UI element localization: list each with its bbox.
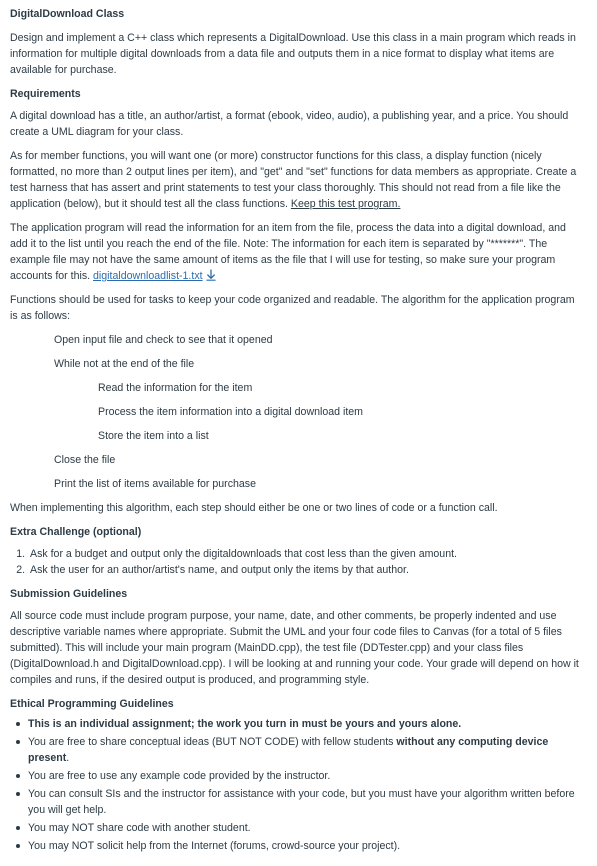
ethics-list: This is an individual assignment; the wo… (10, 716, 585, 854)
keep-test-program-text: Keep this test program. (290, 198, 401, 210)
assignment-page: DigitalDownload Class Design and impleme… (0, 0, 597, 854)
requirements-paragraph-1: A digital download has a title, an autho… (10, 110, 569, 138)
ethics-item: This is an individual assignment; the wo… (16, 716, 585, 732)
extra-challenge-item: Ask the user for an author/artist's name… (28, 562, 585, 578)
ethics-item: You are free to share conceptual ideas (… (16, 734, 585, 766)
bullet-icon (16, 722, 20, 726)
bullet-icon (16, 792, 20, 796)
algorithm-step-process-item: Process the item information into a digi… (98, 406, 363, 418)
ethics-item-text: . (66, 752, 70, 764)
intro-paragraph: Design and implement a C++ class which r… (10, 32, 576, 76)
bullet-icon (16, 774, 20, 778)
ethics-item: You may NOT solicit help from the Intern… (16, 838, 585, 854)
submission-heading: Submission Guidelines (10, 588, 128, 600)
data-file-link[interactable]: digitaldownloadlist-1.txt (93, 270, 203, 282)
algorithm-note: When implementing this algorithm, each s… (10, 502, 498, 514)
extra-challenge-list: Ask for a budget and output only the dig… (10, 546, 585, 578)
ethics-item-text: You are free to share conceptual ideas (… (28, 736, 397, 748)
algorithm-steps: Open input file and check to see that it… (10, 332, 585, 492)
submission-paragraph: All source code must include program pur… (10, 610, 579, 686)
requirements-paragraph-4: Functions should be used for tasks to ke… (10, 294, 575, 322)
extra-challenge-heading: Extra Challenge (optional) (10, 526, 142, 538)
algorithm-step-close-file: Close the file (54, 454, 116, 466)
algorithm-step-store-item: Store the item into a list (98, 430, 209, 442)
extra-challenge-item: Ask for a budget and output only the dig… (28, 546, 585, 562)
ethics-item-text: You may NOT solicit help from the Intern… (28, 840, 401, 852)
download-icon[interactable] (205, 269, 216, 281)
algorithm-step-print-list: Print the list of items available for pu… (54, 478, 256, 490)
ethics-item: You are free to use any example code pro… (16, 768, 585, 784)
bullet-icon (16, 740, 20, 744)
ethics-heading: Ethical Programming Guidelines (10, 698, 174, 710)
ethics-item-text: You can consult SIs and the instructor f… (28, 788, 575, 816)
ethics-item-text: You may NOT share code with another stud… (28, 822, 251, 834)
ethics-item: You may NOT share code with another stud… (16, 820, 585, 836)
ethics-item-text: This is an individual assignment; the wo… (28, 718, 462, 730)
page-title: DigitalDownload Class (10, 8, 125, 20)
requirements-heading: Requirements (10, 88, 81, 100)
algorithm-step-while-loop: While not at the end of the file (54, 358, 195, 370)
requirements-paragraph-2: As for member functions, you will want o… (10, 148, 585, 212)
bullet-icon (16, 826, 20, 830)
ethics-item: You can consult SIs and the instructor f… (16, 786, 585, 818)
algorithm-step-read-item: Read the information for the item (98, 382, 253, 394)
ethics-item-text: You are free to use any example code pro… (28, 770, 331, 782)
requirements-paragraph-3: The application program will read the in… (10, 220, 585, 284)
bullet-icon (16, 844, 20, 848)
algorithm-step-open-file: Open input file and check to see that it… (54, 334, 273, 346)
